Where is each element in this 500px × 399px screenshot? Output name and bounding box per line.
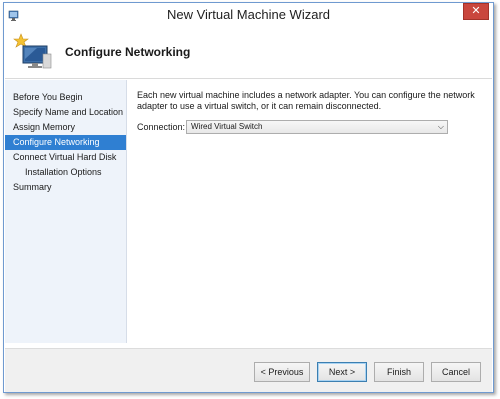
finish-button[interactable]: Finish — [374, 362, 424, 382]
connection-label: Connection: — [137, 122, 186, 132]
title-bar: New Virtual Machine Wizard ✕ — [4, 3, 493, 27]
connection-select[interactable]: Wired Virtual Switch ⌵ — [186, 120, 448, 134]
sidebar-item-assign-memory[interactable]: Assign Memory — [5, 120, 126, 135]
sidebar-item-installation-options[interactable]: Installation Options — [5, 165, 126, 180]
window-title: New Virtual Machine Wizard — [166, 7, 331, 22]
networking-panel: Each new virtual machine includes a netw… — [137, 90, 487, 134]
next-button[interactable]: Next > — [317, 362, 367, 382]
chevron-down-icon: ⌵ — [437, 122, 444, 131]
connection-selected-value: Wired Virtual Switch — [191, 122, 263, 131]
networking-description: Each new virtual machine includes a netw… — [137, 90, 475, 111]
connection-row: Connection: Wired Virtual Switch ⌵ — [137, 120, 467, 134]
sidebar-item-summary[interactable]: Summary — [5, 180, 126, 195]
sidebar-item-specify-name-and-location[interactable]: Specify Name and Location — [5, 105, 126, 120]
cancel-button[interactable]: Cancel — [431, 362, 481, 382]
sidebar-item-before-you-begin[interactable]: Before You Begin — [5, 90, 126, 105]
previous-button[interactable]: < Previous — [254, 362, 310, 382]
page-title: Configure Networking — [65, 45, 191, 59]
close-button[interactable]: ✕ — [463, 3, 489, 20]
wizard-steps-sidebar: Before You Begin Specify Name and Locati… — [5, 80, 127, 343]
wizard-content: Before You Begin Specify Name and Locati… — [5, 80, 492, 348]
virtual-machine-wizard-icon — [13, 33, 52, 69]
wizard-footer: < Previous Next > Finish Cancel — [5, 348, 492, 392]
wizard-header: Configure Networking — [5, 28, 492, 79]
sidebar-item-configure-networking[interactable]: Configure Networking — [5, 135, 126, 150]
wizard-window: New Virtual Machine Wizard ✕ Configure N… — [3, 2, 494, 393]
sidebar-item-connect-virtual-hard-disk[interactable]: Connect Virtual Hard Disk — [5, 150, 126, 165]
